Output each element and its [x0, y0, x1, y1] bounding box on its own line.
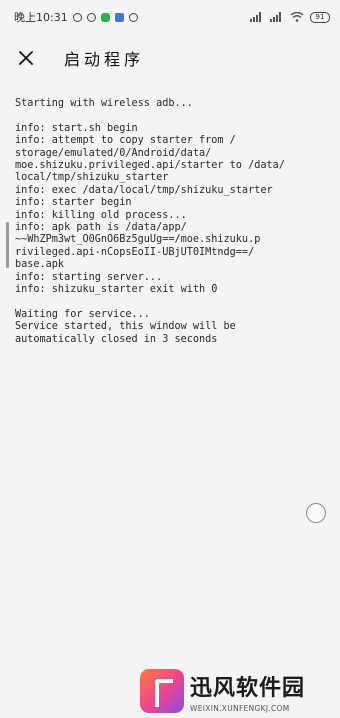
app-notification-icon-3: [128, 12, 138, 22]
console-line: info: attempt to copy starter from /: [15, 135, 236, 147]
status-left: 晚上10:31: [14, 9, 138, 25]
console-line: info: start.sh begin: [15, 122, 138, 134]
console-line: moe.shizuku.privileged.api/starter to /d…: [15, 160, 285, 172]
close-button[interactable]: [8, 40, 44, 76]
console-line: Waiting for service...: [15, 308, 150, 320]
console-line: base.apk: [15, 259, 65, 271]
status-right: 91: [250, 11, 330, 23]
watermark-url: WEIXIN.XUNFENGKJ.COM: [190, 703, 290, 713]
status-time: 晚上10:31: [14, 11, 68, 24]
console-line: info: starter begin: [15, 197, 132, 209]
console-line: rivileged.api-nCopsEoII-UBjUT0IMtndg==/: [15, 246, 255, 258]
battery-icon: 91: [310, 11, 330, 23]
floating-assistive-button[interactable]: [306, 503, 326, 523]
console-line: automatically closed in 3 seconds: [15, 333, 218, 345]
close-icon: [19, 51, 33, 65]
console-line: info: shizuku_starter exit with 0: [15, 284, 218, 296]
wifi-icon: [290, 12, 304, 22]
console-line: storage/emulated/0/Android/data/: [15, 147, 212, 159]
console-line: Service started, this window will be: [15, 321, 236, 333]
signal-icon-2: [270, 12, 281, 22]
signal-icon: [250, 12, 261, 22]
console-line: info: apk path is /data/app/: [15, 222, 187, 234]
watermark-logo-icon: [140, 669, 184, 713]
app-notification-icon-2: [114, 12, 124, 22]
watermark-text: 迅风软件园 WEIXIN.XUNFENGKJ.COM: [190, 670, 305, 713]
console-line: info: killing old process...: [15, 209, 187, 221]
notification-icon: [72, 12, 82, 22]
console-line: info: exec /data/local/tmp/shizuku_start…: [15, 184, 273, 196]
console-line: local/tmp/shizuku_starter: [15, 172, 169, 184]
page-title: 启动程序: [64, 50, 145, 69]
alarm-icon: [86, 12, 96, 22]
header: 启动程序: [0, 40, 340, 76]
console-line: Starting with wireless adb...: [15, 98, 193, 109]
console-output: Starting with wireless adb... info: start…: [15, 98, 333, 346]
console-line: info: starting server...: [15, 271, 163, 283]
app-notification-icon: [100, 12, 110, 22]
watermark-name: 迅风软件园: [190, 675, 306, 701]
console-line: ~~WhZPm3wt_O0GnO6Bz5guUg==/moe.shizuku.p: [15, 234, 261, 246]
status-bar: 晚上10:31 91: [0, 0, 340, 34]
scroll-indicator[interactable]: [6, 222, 9, 268]
watermark: 迅风软件园 WEIXIN.XUNFENGKJ.COM: [140, 664, 340, 718]
